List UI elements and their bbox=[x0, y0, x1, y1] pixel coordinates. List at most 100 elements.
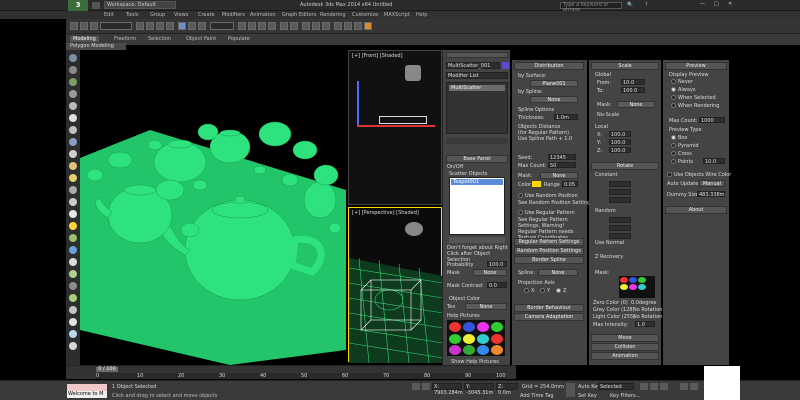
ribbon-subtab[interactable]: Polygon Modeling bbox=[66, 43, 126, 50]
system-icon[interactable] bbox=[69, 318, 77, 326]
random-z-field[interactable] bbox=[609, 233, 631, 239]
link-icon[interactable] bbox=[90, 22, 98, 30]
box-radio[interactable] bbox=[671, 135, 676, 140]
motion-icon[interactable] bbox=[69, 90, 77, 98]
create-tabs[interactable] bbox=[446, 52, 508, 58]
viewcube-icon[interactable] bbox=[405, 65, 421, 81]
play-forward-icon[interactable] bbox=[660, 383, 668, 390]
menu-animation[interactable]: Animation bbox=[250, 11, 276, 19]
cone-icon[interactable] bbox=[69, 198, 77, 206]
helper-icon[interactable] bbox=[69, 282, 77, 290]
play-icon[interactable] bbox=[650, 383, 658, 390]
max-intensity-field[interactable]: 1.0 bbox=[635, 321, 655, 328]
thickness-field[interactable]: 1.0m bbox=[554, 114, 578, 121]
light-icon[interactable] bbox=[69, 174, 77, 182]
pivot-icon[interactable] bbox=[238, 22, 246, 30]
display-icon[interactable] bbox=[69, 102, 77, 110]
cross-radio[interactable] bbox=[671, 151, 676, 156]
const-x-field[interactable] bbox=[609, 181, 631, 187]
stack-item-multiscatter[interactable]: MultiScatter bbox=[449, 85, 505, 91]
const-z-field[interactable] bbox=[609, 197, 631, 203]
local-y-field[interactable]: 100.0 bbox=[609, 139, 631, 146]
viewcube-icon[interactable] bbox=[405, 222, 423, 236]
play-backward-icon[interactable] bbox=[640, 383, 648, 390]
modify-icon[interactable] bbox=[69, 66, 77, 74]
local-x-field[interactable]: 100.0 bbox=[609, 131, 631, 138]
menu-graph-editors[interactable]: Graph Editors bbox=[282, 11, 316, 19]
rendered-frame-icon[interactable] bbox=[354, 22, 362, 30]
key-mode-dropdown[interactable]: Selected bbox=[598, 383, 634, 390]
border-spline-button[interactable]: None bbox=[538, 269, 578, 276]
pan-icon[interactable] bbox=[690, 383, 698, 390]
on-off-label[interactable]: On/Off bbox=[447, 164, 463, 170]
probability-field[interactable]: 100.0 bbox=[487, 261, 507, 268]
camera-adaptation-header[interactable]: Camera Adaptation bbox=[514, 313, 584, 321]
angle-snap-icon[interactable] bbox=[258, 22, 266, 30]
hierarchy-icon[interactable] bbox=[69, 78, 77, 86]
axis-y-radio[interactable] bbox=[540, 288, 545, 293]
plant-icon[interactable] bbox=[69, 270, 77, 278]
space-warp-icon[interactable] bbox=[69, 306, 77, 314]
set-key-button[interactable]: Set Key bbox=[578, 393, 597, 399]
menu-tools[interactable]: Tools bbox=[126, 11, 138, 19]
preview-max-count-field[interactable]: 1000 bbox=[699, 117, 725, 124]
undo-icon[interactable] bbox=[70, 22, 78, 30]
app-logo[interactable]: 3 bbox=[68, 0, 88, 11]
object-color-swatch[interactable] bbox=[502, 62, 509, 69]
teapot-icon[interactable] bbox=[69, 162, 77, 170]
stack-tools[interactable] bbox=[446, 138, 508, 144]
gear-icon[interactable] bbox=[69, 258, 77, 266]
search-icon[interactable]: 🔍 bbox=[627, 2, 633, 8]
rect-select-icon[interactable] bbox=[156, 22, 164, 30]
random-position-settings-header[interactable]: Random Position Settings bbox=[514, 247, 584, 255]
mask-contrast-field[interactable]: 0.0 bbox=[487, 282, 507, 289]
rotate-header[interactable]: Rotate bbox=[591, 162, 659, 170]
time-slider[interactable]: 0 / 100 bbox=[96, 367, 118, 372]
key-icon[interactable] bbox=[566, 383, 575, 397]
sphere-icon[interactable] bbox=[69, 126, 77, 134]
menu-modifiers[interactable]: Modifiers bbox=[222, 11, 245, 19]
layer-icon[interactable] bbox=[302, 22, 310, 30]
use-wire-color-checkbox[interactable] bbox=[667, 172, 672, 177]
always-radio[interactable] bbox=[671, 87, 676, 92]
local-z-field[interactable]: 100.0 bbox=[609, 147, 631, 154]
regular-pattern-settings-header[interactable]: Regular Pattern Settings bbox=[514, 238, 584, 246]
utilities-icon[interactable] bbox=[69, 114, 77, 122]
random-y-field[interactable] bbox=[609, 225, 631, 231]
curve-editor-icon[interactable] bbox=[312, 22, 320, 30]
timeline[interactable]: 0 / 100 0 10 20 30 40 50 60 70 80 90 100 bbox=[66, 365, 516, 379]
viewport-persp-label[interactable]: [+] [Perspective] [Shaded] bbox=[352, 210, 419, 216]
water-icon[interactable] bbox=[69, 246, 77, 254]
maxscript-listener-text[interactable]: Welcome to M bbox=[67, 391, 107, 398]
window-crossing-icon[interactable] bbox=[166, 22, 174, 30]
z-recovery-label[interactable]: Z Recovery bbox=[595, 254, 623, 260]
collision-header[interactable]: Collision bbox=[591, 343, 659, 351]
scale-header[interactable]: Scale bbox=[591, 62, 659, 70]
viewport-front[interactable]: [+] [Front] [Shaded] bbox=[348, 50, 442, 205]
tex-button[interactable]: None bbox=[465, 303, 507, 310]
viewport-perspective[interactable]: [+] [Perspective] [Shaded] bbox=[348, 207, 443, 363]
lock-icon[interactable] bbox=[412, 383, 420, 390]
redo-icon[interactable] bbox=[80, 22, 88, 30]
scale-mask-button[interactable]: None bbox=[617, 101, 655, 108]
box-icon[interactable] bbox=[69, 138, 77, 146]
menu-rendering[interactable]: Rendering bbox=[320, 11, 346, 19]
tree-icon[interactable] bbox=[69, 234, 77, 242]
tab-freeform[interactable]: Freeform bbox=[114, 36, 136, 42]
selection-filter-dropdown[interactable] bbox=[100, 22, 132, 30]
menu-help[interactable]: Help bbox=[416, 11, 427, 19]
list-item-teapot[interactable]: Teapot001 bbox=[451, 179, 503, 185]
tab-modeling[interactable]: Modeling bbox=[70, 36, 99, 42]
move-icon[interactable] bbox=[178, 22, 186, 30]
viewport-perspective-render[interactable] bbox=[80, 50, 346, 365]
menu-group[interactable]: Group bbox=[150, 11, 165, 19]
distribution-header[interactable]: Distribution bbox=[514, 62, 584, 70]
pyramid-radio[interactable] bbox=[671, 143, 676, 148]
tab-selection[interactable]: Selection bbox=[148, 36, 171, 42]
axis-x-radio[interactable] bbox=[524, 288, 529, 293]
scale-to-field[interactable]: 100.0 bbox=[621, 87, 645, 94]
points-radio[interactable] bbox=[671, 159, 676, 164]
auto-key-button[interactable]: Auto Key bbox=[578, 384, 600, 390]
workspace-dropdown[interactable]: Workspace: Default bbox=[104, 1, 176, 9]
seed-field[interactable]: 12345 bbox=[548, 154, 576, 161]
